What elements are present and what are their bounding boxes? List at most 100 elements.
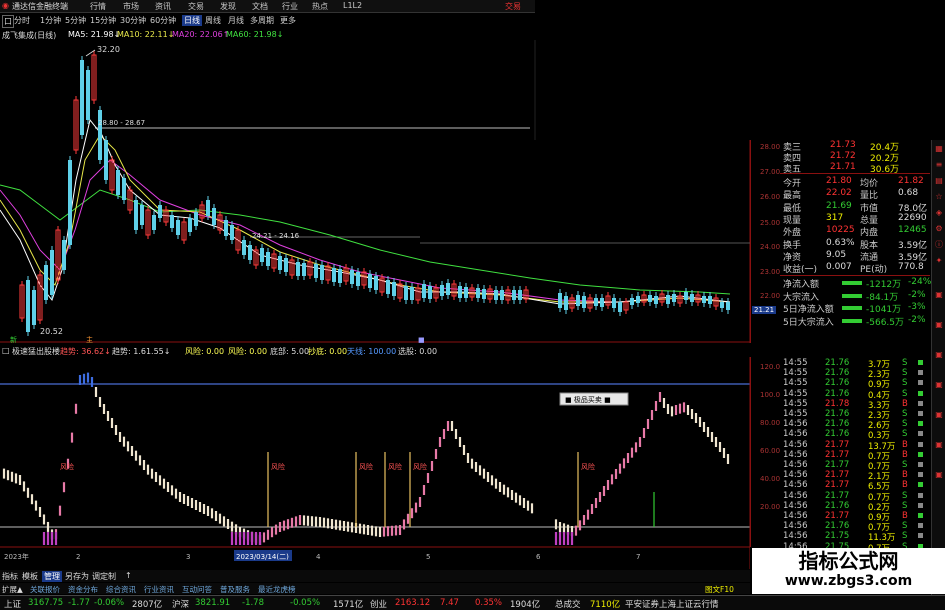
info-tab[interactable]: 行业资讯 <box>144 584 174 595</box>
menu-item[interactable]: L1L2 <box>343 1 362 10</box>
tick-marker <box>918 360 923 365</box>
index-amount: 2807亿 <box>132 600 163 610</box>
tab-up[interactable]: ↑ <box>125 571 132 580</box>
tick-time: 14:56 <box>783 521 808 532</box>
tick-side: S <box>902 388 908 399</box>
tab-indicator[interactable]: 指标 <box>2 571 18 582</box>
period-tab[interactable]: 5分钟 <box>65 15 86 26</box>
info-tab[interactable]: 综合资讯 <box>106 584 136 595</box>
tick-price: 21.76 <box>825 521 850 532</box>
flow-pct: -2% <box>908 314 926 325</box>
indicator-expand-icon[interactable]: □ <box>2 346 10 355</box>
menu-item[interactable]: 市场 <box>123 1 139 12</box>
grid-icon[interactable]: ▦ <box>934 144 944 154</box>
layout-icon[interactable]: 口 <box>2 15 14 28</box>
tick-side: B <box>902 449 908 460</box>
gear-icon[interactable]: ⚙ <box>934 224 944 234</box>
candle-body-down <box>116 170 120 195</box>
period-tab[interactable]: 多周期 <box>250 15 274 26</box>
risk-label: 风险 <box>581 462 595 471</box>
stat-value: 12465 <box>898 225 927 236</box>
candle-body-down <box>224 220 228 236</box>
period-tab-selected[interactable]: 日线 <box>182 15 202 26</box>
tick-marker <box>918 370 923 376</box>
popup-tooltip[interactable]: ■ 极品买卖 ■ <box>559 392 629 406</box>
stat-label: PE(动) <box>860 265 888 276</box>
tick-list[interactable]: 14:55 21.76 3.7万 S 14:55 21.76 2.3万 S 14:55 21.76… <box>780 357 930 554</box>
index-label[interactable]: 沪深 <box>172 598 189 610</box>
tick-marker <box>918 390 923 396</box>
menu-item[interactable]: 热点 <box>312 1 328 12</box>
index-change: -1.78 <box>242 598 264 608</box>
candle-body-down <box>188 218 192 232</box>
date-label: 2023年 <box>4 552 29 561</box>
price-tick: 23.00 <box>760 268 781 276</box>
stat-label: 换手 <box>783 240 802 251</box>
tab-custom[interactable]: 调定制 <box>92 571 116 582</box>
candle-body-down <box>558 293 562 308</box>
candle-body-down <box>104 140 108 180</box>
tab-manage[interactable]: 管理 <box>42 571 62 582</box>
tick-side: S <box>902 368 908 379</box>
square-icon[interactable]: ▣ <box>934 380 944 390</box>
indicator-value: 底部: 5.00 <box>270 347 310 356</box>
info-icon[interactable]: ⓘ <box>934 240 944 250</box>
period-tab[interactable]: 1分钟 <box>40 15 61 26</box>
tick-price: 21.77 <box>825 511 850 521</box>
stat-value: 317 <box>826 212 844 223</box>
stat-value: 3.59亿 <box>898 240 928 251</box>
bell-icon[interactable]: ◈ <box>934 208 944 218</box>
info-tab[interactable]: 普及服务 <box>220 584 250 595</box>
square-icon[interactable]: ▣ <box>934 410 944 420</box>
candle-body-down <box>374 276 378 290</box>
current-price-tag: 21.21 <box>752 306 777 314</box>
menu-item[interactable]: 资讯 <box>155 1 171 12</box>
tab-save-as[interactable]: 另存为 <box>65 571 89 582</box>
menu-item[interactable]: 行情 <box>90 1 106 12</box>
tick-marker <box>918 513 923 518</box>
chart-top-right-blank <box>535 40 750 140</box>
period-tab[interactable]: 30分钟 <box>120 15 146 26</box>
trade-button[interactable]: 交易 <box>505 1 521 12</box>
info-tab[interactable]: 互动问答 <box>182 584 212 595</box>
menu-item[interactable]: 发现 <box>220 1 236 12</box>
info-tab[interactable]: 关联报价 <box>30 584 60 595</box>
candle-body-down <box>518 290 522 300</box>
date-label: 3 <box>186 553 190 561</box>
period-tab[interactable]: 月线 <box>228 15 244 26</box>
info-tab[interactable]: 最近龙虎榜 <box>258 584 296 595</box>
tool-icon[interactable]: ✦ <box>934 256 944 266</box>
index-label[interactable]: 创业 <box>370 598 387 610</box>
candle-body-down <box>464 287 468 298</box>
menu-item[interactable]: 交易 <box>188 1 204 12</box>
chart-icon[interactable]: ▤ <box>934 176 944 186</box>
menu-item[interactable]: 行业 <box>282 1 298 12</box>
f10-link[interactable]: 图文F10 <box>705 584 734 595</box>
period-tab[interactable]: 15分钟 <box>90 15 116 26</box>
indicator-name[interactable]: 极速猛出股楼 <box>12 346 60 357</box>
index-label[interactable]: 上证 <box>4 598 21 610</box>
tab-template[interactable]: 模板 <box>22 571 38 582</box>
square-icon[interactable]: ▣ <box>934 320 944 330</box>
star-icon[interactable]: ☆ <box>934 192 944 202</box>
candle-body-down <box>44 265 48 300</box>
square-icon[interactable]: ▣ <box>934 290 944 300</box>
info-tab[interactable]: 扩展▲ <box>2 584 23 595</box>
menu-item[interactable]: 文档 <box>252 1 268 12</box>
indicator-chart[interactable]: 风险 风险 风险 风险 风险 风险 ■ 极品买卖 ■ 2023年 2 3 2023/03/14(二)… <box>0 357 750 569</box>
tick-time: 14:55 <box>783 368 808 379</box>
candle-body-down <box>314 264 318 278</box>
period-tab[interactable]: 周线 <box>205 15 221 26</box>
list-icon[interactable]: ≡ <box>934 160 944 170</box>
square-icon[interactable]: ▣ <box>934 470 944 480</box>
tick-price: 21.77 <box>825 449 850 460</box>
square-icon[interactable]: ▣ <box>934 440 944 450</box>
square-icon[interactable]: ▣ <box>934 350 944 360</box>
info-tab[interactable]: 资金分布 <box>68 584 98 595</box>
flow-label: 净流入额 <box>783 280 820 290</box>
candlestick-chart[interactable]: 32.20 20.52 28.80 - 28.67 24.21 - 24.16 新 主 ■ <box>0 40 750 343</box>
period-tab[interactable]: 分时 <box>14 15 30 26</box>
candle-body-down <box>68 160 72 245</box>
period-tab[interactable]: 60分钟 <box>150 15 176 26</box>
period-tab[interactable]: 更多 <box>280 15 296 26</box>
